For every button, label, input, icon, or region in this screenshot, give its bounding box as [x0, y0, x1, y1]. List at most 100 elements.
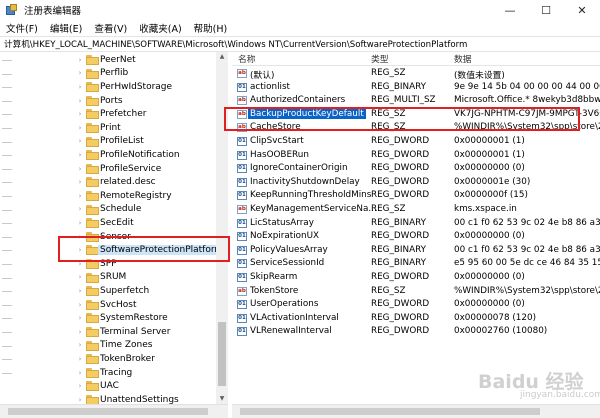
column-header-data[interactable]: 数据 [454, 52, 472, 65]
column-header-type[interactable]: 类型 [371, 52, 389, 65]
expand-arrow-icon[interactable]: › [76, 96, 84, 106]
value-row[interactable]: 01 PolicyValuesArray REG_BINARY 00 c1 f0 62… [232, 244, 600, 258]
string-value-icon: ab [237, 69, 247, 78]
expand-arrow-icon[interactable]: › [76, 191, 84, 201]
column-header-name[interactable]: 名称 [238, 52, 256, 65]
expand-arrow-icon[interactable]: › [76, 164, 84, 174]
value-row[interactable]: 01 NoExpirationUX REG_DWORD 0x00000000 (0) [232, 230, 600, 244]
value-row[interactable]: 01 VLRenewalInterval REG_DWORD 0x00002760 (… [232, 325, 600, 339]
value-type: REG_SZ [371, 204, 406, 214]
tree-item[interactable]: › SystemRestore [0, 311, 227, 325]
tree-item[interactable]: › Superfetch [0, 284, 227, 298]
tree-item[interactable]: › ProfileList [0, 135, 227, 149]
address-bar[interactable]: 计算机\HKEY_LOCAL_MACHINE\SOFTWARE\Microsof… [0, 36, 600, 52]
tree-vertical-scrollbar[interactable]: ▲ ▼ [216, 52, 228, 404]
tree-item[interactable]: › UnattendSettings [0, 393, 227, 404]
value-row[interactable]: 01 IgnoreContainerOrigin REG_DWORD 0x000000… [232, 162, 600, 176]
tree-item[interactable]: › Tracing [0, 366, 227, 380]
menu-favorites[interactable]: 收藏夹(A) [139, 21, 181, 35]
expand-arrow-icon[interactable]: › [76, 177, 84, 187]
value-row[interactable]: 01 UserOperations REG_DWORD 0x00000000 (0) [232, 298, 600, 312]
value-row[interactable]: 01 VLActivationInterval REG_DWORD 0x0000007… [232, 312, 600, 326]
expand-arrow-icon[interactable]: › [76, 381, 84, 391]
tree-guide-line [2, 60, 12, 61]
tree-item-label: Schedule [100, 204, 142, 215]
tree-horizontal-scrollbar[interactable] [0, 404, 228, 418]
annotation-box-value [224, 107, 580, 131]
tree-item[interactable]: › Time Zones [0, 339, 227, 353]
expand-arrow-icon[interactable]: › [76, 218, 84, 228]
expand-arrow-icon[interactable]: › [76, 109, 84, 119]
tree-item-label: UAC [100, 381, 119, 392]
value-row[interactable]: 01 ServiceSessionId REG_BINARY e5 95 60 00 … [232, 257, 600, 271]
tree-item[interactable]: › Schedule [0, 203, 227, 217]
close-button[interactable]: ✕ [564, 0, 600, 20]
scroll-up-icon[interactable]: ▲ [216, 52, 228, 62]
value-row[interactable]: 01 LicStatusArray REG_BINARY 00 c1 f0 62 53… [232, 217, 600, 231]
tree-item[interactable]: › ProfileNotification [0, 148, 227, 162]
value-row[interactable]: ab KeyManagementServiceNa... REG_SZ kms.xsp… [232, 203, 600, 217]
value-name: HasOOBERun [250, 149, 309, 160]
menu-file[interactable]: 文件(F) [6, 21, 38, 35]
tree-item[interactable]: › PerHwIdStorage [0, 80, 227, 94]
tree-item[interactable]: › Perflib [0, 67, 227, 81]
minimize-button[interactable]: — [492, 0, 528, 20]
tree-item[interactable]: › SecEdit [0, 216, 227, 230]
expand-arrow-icon[interactable]: › [76, 272, 84, 282]
tree-item[interactable]: › UAC [0, 379, 227, 393]
expand-arrow-icon[interactable]: › [76, 286, 84, 296]
tree-guide-line [2, 318, 12, 320]
menu-edit[interactable]: 编辑(E) [50, 21, 82, 35]
value-row[interactable]: 01 InactivityShutdownDelay REG_DWORD 0x0000… [232, 176, 600, 190]
maximize-button[interactable]: ☐ [528, 0, 564, 20]
expand-arrow-icon[interactable]: › [76, 300, 84, 310]
tree-guide-line [2, 182, 12, 184]
tree-guide-line [2, 73, 12, 75]
tree-item[interactable]: › RemoteRegistry [0, 189, 227, 203]
expand-arrow-icon[interactable]: › [76, 55, 84, 65]
tree-item[interactable]: › ProfileService [0, 162, 227, 176]
menu-view[interactable]: 查看(V) [94, 21, 127, 35]
tree-item-label: Superfetch [100, 285, 150, 296]
expand-arrow-icon[interactable]: › [76, 340, 84, 350]
expand-arrow-icon[interactable]: › [76, 82, 84, 92]
expand-arrow-icon[interactable]: › [76, 395, 84, 404]
expand-arrow-icon[interactable]: › [76, 204, 84, 214]
tree-item[interactable]: › related.desc [0, 175, 227, 189]
tree-hscroll-thumb[interactable] [8, 408, 208, 415]
value-row[interactable]: ab TokenStore REG_SZ %WINDIR%\System32\spp\… [232, 285, 600, 299]
value-row[interactable]: 01 HasOOBERun REG_DWORD 0x00000001 (1) [232, 149, 600, 163]
list-horizontal-scrollbar[interactable] [232, 404, 600, 418]
tree-scroll-thumb[interactable] [218, 322, 226, 386]
tree-item[interactable]: › Print [0, 121, 227, 135]
menu-help[interactable]: 帮助(H) [194, 21, 228, 35]
value-data: 0x00002760 (10080) [454, 326, 548, 337]
value-row[interactable]: 01 SkipRearm REG_DWORD 0x00000000 (0) [232, 271, 600, 285]
expand-arrow-icon[interactable]: › [76, 354, 84, 364]
tree-item[interactable]: › SvcHost [0, 298, 227, 312]
tree-item[interactable]: › TokenBroker [0, 352, 227, 366]
value-row[interactable]: 01 actionlist REG_BINARY 9e 9e 14 5b 04 00 … [232, 81, 600, 95]
value-row[interactable]: 01 KeepRunningThresholdMins REG_DWORD 0x000… [232, 189, 600, 203]
expand-arrow-icon[interactable]: › [76, 313, 84, 323]
expand-arrow-icon[interactable]: › [76, 68, 84, 78]
value-name: VLActivationInterval [250, 312, 339, 323]
folder-icon [86, 68, 99, 79]
list-hscroll-thumb[interactable] [240, 408, 540, 415]
value-row[interactable]: ab (默认) REG_SZ (数值未设置) [232, 67, 600, 81]
scroll-down-icon[interactable]: ▼ [216, 394, 228, 404]
expand-arrow-icon[interactable]: › [76, 327, 84, 337]
expand-arrow-icon[interactable]: › [76, 150, 84, 160]
tree-item[interactable]: › Ports [0, 94, 227, 108]
expand-arrow-icon[interactable]: › [76, 368, 84, 378]
tree-item[interactable]: › Terminal Server [0, 325, 227, 339]
value-row[interactable]: 01 ClipSvcStart REG_DWORD 0x00000001 (1) [232, 135, 600, 149]
expand-arrow-icon[interactable]: › [76, 136, 84, 146]
tree-item[interactable]: › SRUM [0, 271, 227, 285]
expand-arrow-icon[interactable]: › [76, 123, 84, 133]
tree-item[interactable]: › PeerNet [0, 53, 227, 67]
tree-item[interactable]: › Prefetcher [0, 107, 227, 121]
value-row[interactable]: ab AuthorizedContainers REG_MULTI_SZ Micros… [232, 94, 600, 108]
folder-icon [86, 313, 99, 324]
value-data: 0x0000000f (15) [454, 190, 528, 201]
